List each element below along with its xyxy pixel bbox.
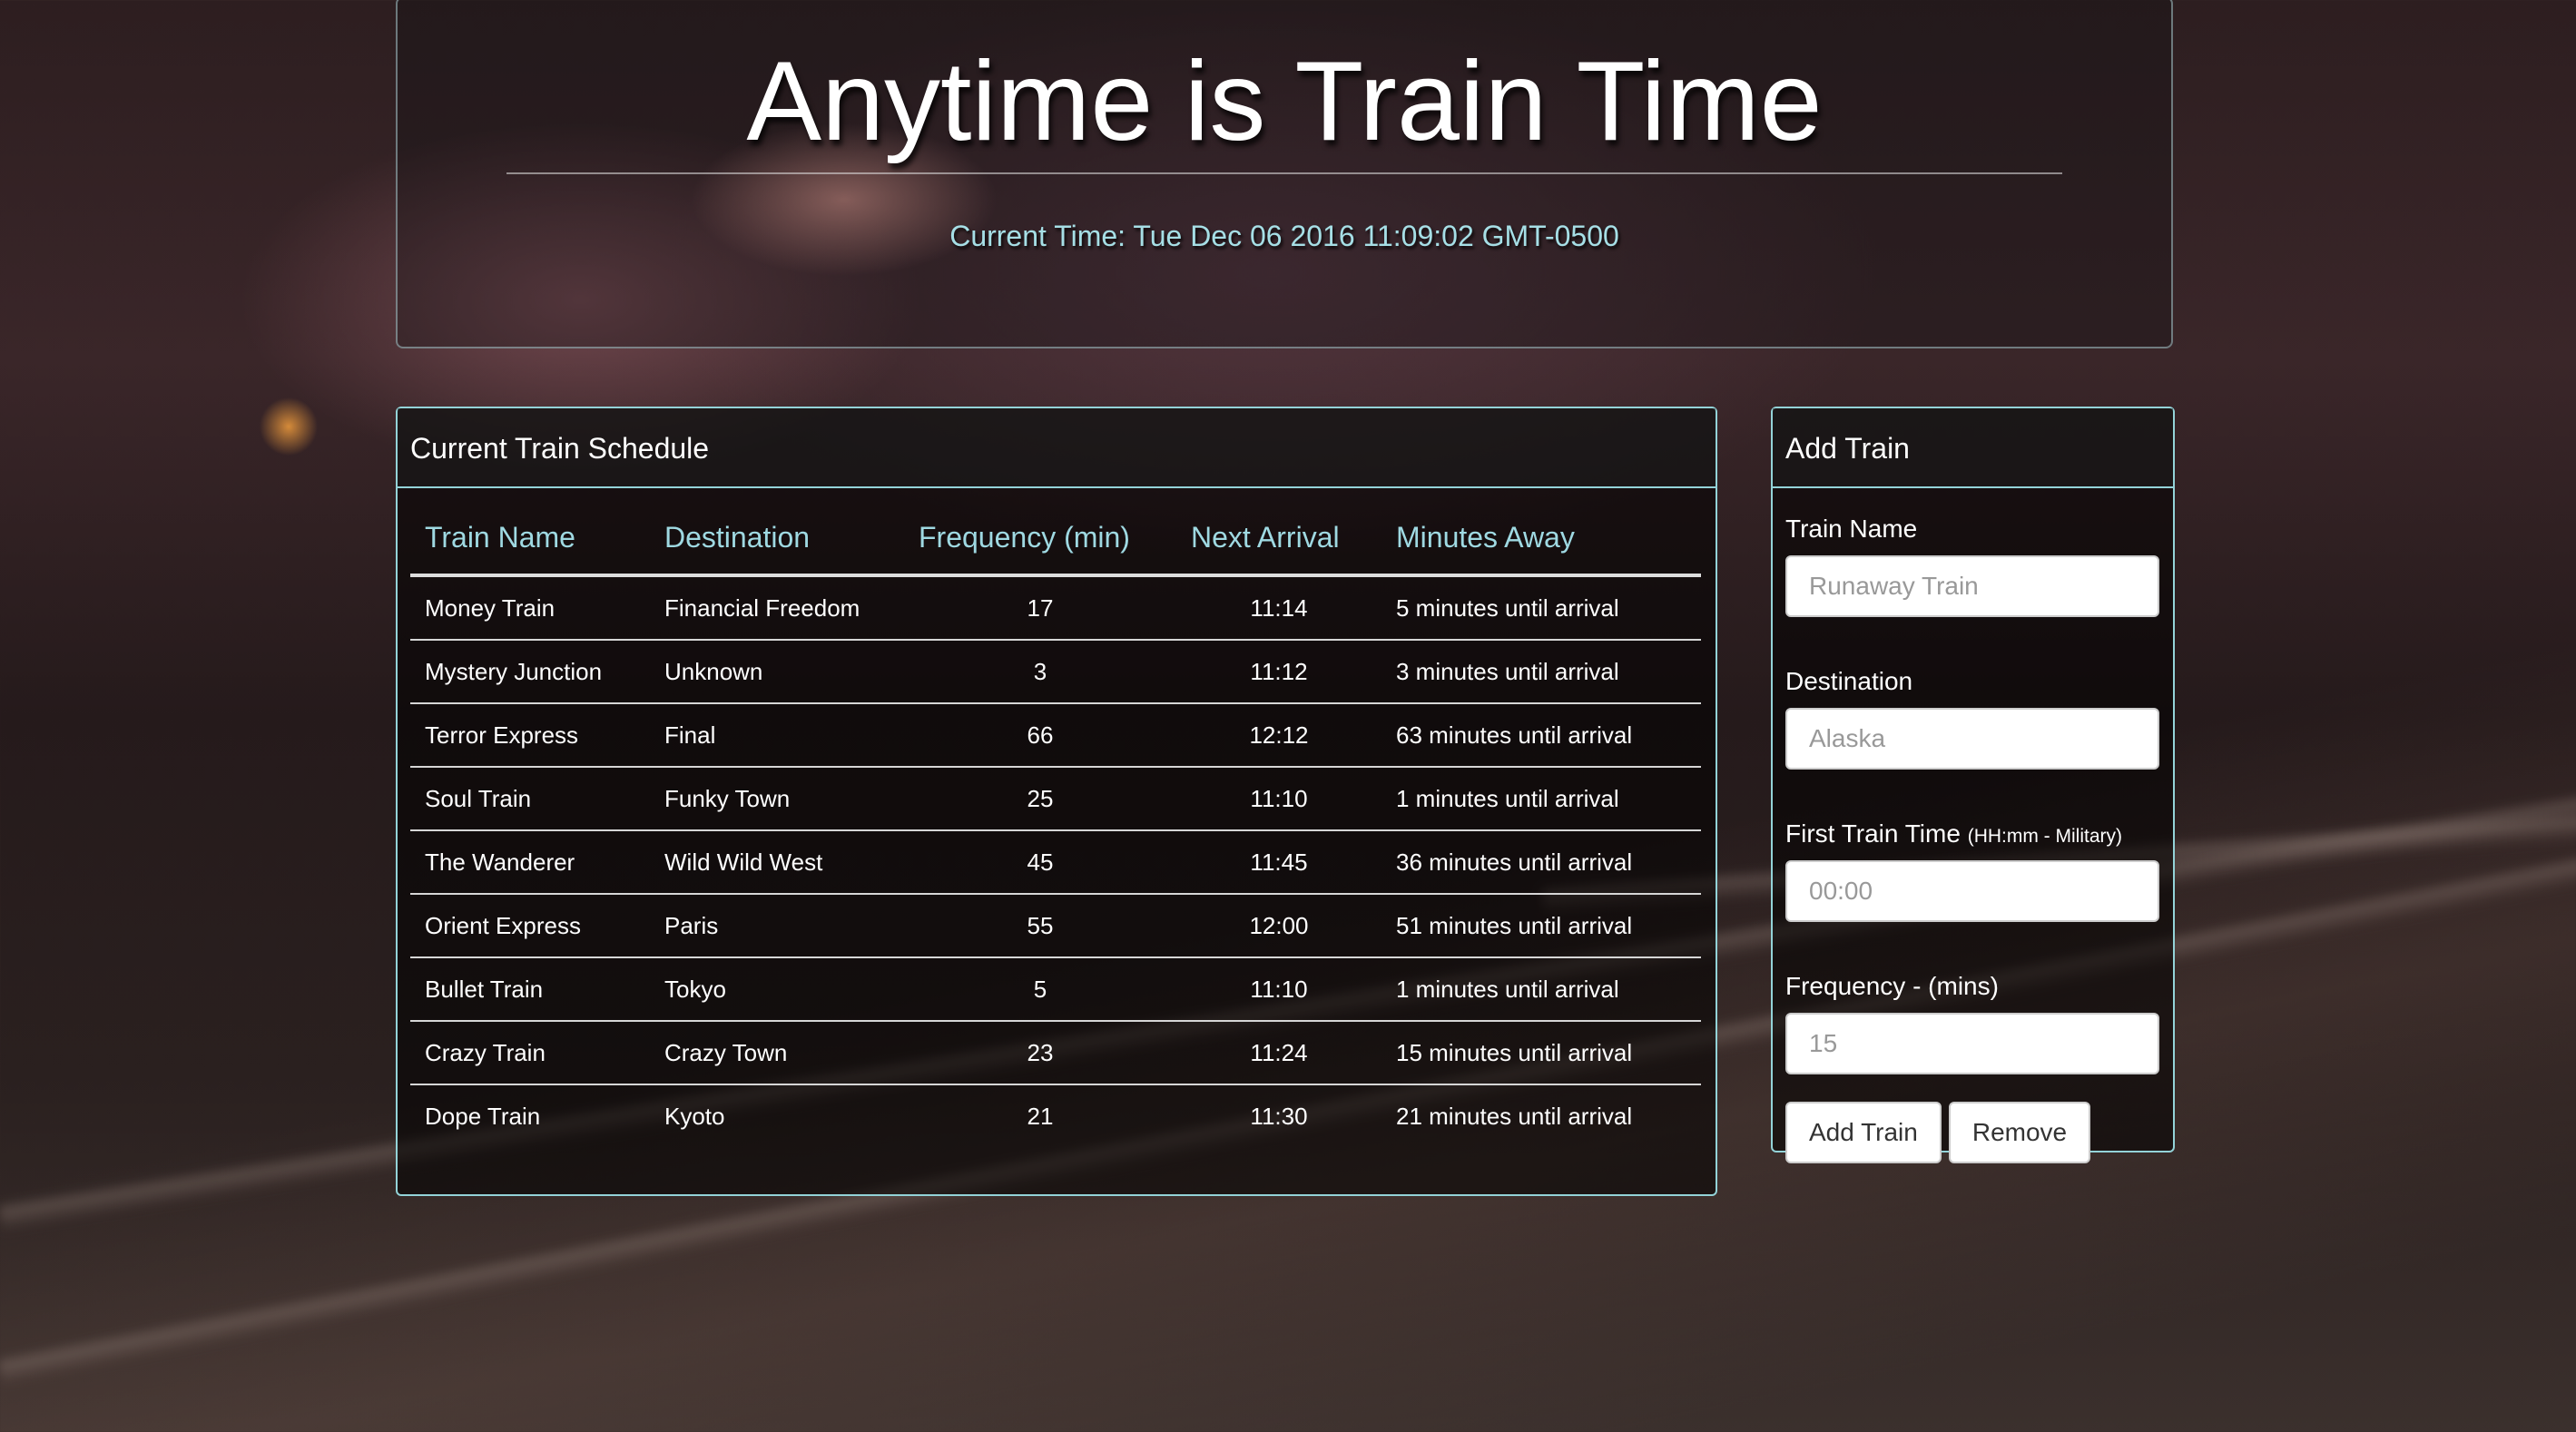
cell-minutes-away: 3 minutes until arrival: [1381, 639, 1701, 703]
schedule-panel: Current Train Schedule Train Name Destin…: [396, 407, 1717, 1196]
destination-input[interactable]: [1785, 708, 2159, 770]
cell-minutes-away: 15 minutes until arrival: [1381, 1020, 1701, 1084]
add-train-panel: Add Train Train Name Destination First T…: [1771, 407, 2175, 1163]
cell-train-name: Orient Express: [410, 893, 650, 957]
cell-minutes-away: 5 minutes until arrival: [1396, 593, 1619, 622]
table-row: Money Train Financial Freedom 17 11:14 5 min…: [410, 575, 1701, 640]
table-row: Dope Train Kyoto 21 11:30 21 minutes until a…: [410, 1084, 1701, 1147]
column-header-minutes-away: Minutes Away: [1381, 501, 1701, 577]
destination-label: Destination: [1785, 666, 2160, 697]
cell-train-name: Soul Train: [410, 766, 650, 830]
cell-train-name: The Wanderer: [410, 829, 650, 894]
remove-button[interactable]: Remove: [1948, 1102, 2091, 1163]
cell-frequency: 17: [1027, 593, 1054, 622]
cell-next-arrival: 12:12: [1176, 702, 1381, 767]
page-title: Anytime is Train Time: [746, 39, 1823, 164]
cell-destination: Crazy Town: [650, 1020, 904, 1084]
add-train-form: Train Name Destination First Train Time …: [1773, 488, 2173, 1163]
cell-minutes-away: 21 minutes until arrival: [1381, 1084, 1701, 1147]
frequency-label-text: Frequency - (mins): [1785, 972, 1999, 1000]
first-train-time-input[interactable]: [1785, 860, 2159, 922]
table-row: The Wanderer Wild Wild West 45 11:45 36 minu…: [410, 829, 1701, 894]
first-train-time-hint: (HH:mm - Military): [1967, 826, 2122, 847]
cell-destination: Paris: [650, 893, 904, 957]
cell-frequency: 3: [904, 639, 1176, 703]
cell-minutes-away: 63 minutes until arrival: [1381, 702, 1701, 767]
destination-label-text: Destination: [1785, 667, 1913, 695]
cell-next-arrival: 11:12: [1176, 639, 1381, 703]
cell-destination: Wild Wild West: [650, 829, 904, 894]
train-name-label: Train Name: [1785, 514, 2160, 544]
cell-destination: Tokyo: [650, 956, 904, 1021]
cell-destination: Kyoto: [650, 1084, 904, 1147]
table-row: Bullet Train Tokyo 5 11:10 1 minutes until a…: [410, 956, 1701, 1021]
header-divider: [506, 172, 2062, 174]
cell-train-name: Crazy Train: [410, 1020, 650, 1084]
cell-train-name: Terror Express: [410, 702, 650, 767]
cell-frequency: 5: [904, 956, 1176, 1021]
form-button-row: Add Train Remove: [1785, 1102, 2160, 1163]
cell-next-arrival: 11:24: [1176, 1020, 1381, 1084]
cell-frequency: 66: [904, 702, 1176, 767]
schedule-table-body: Money Train Financial Freedom 17 11:14 5 min…: [410, 575, 1701, 1147]
table-row: Orient Express Paris 55 12:00 51 minutes unt…: [410, 893, 1701, 957]
cell-minutes-away: 51 minutes until arrival: [1381, 893, 1701, 957]
cell-next-arrival: 11:10: [1176, 956, 1381, 1021]
column-header-next-arrival: Next Arrival: [1176, 501, 1381, 577]
cell-frequency: 21: [904, 1084, 1176, 1147]
cell-next-arrival: 11:45: [1176, 829, 1381, 894]
cell-destination: Financial Freedom: [664, 593, 860, 622]
schedule-table: Train Name Destination Frequency (min) N…: [410, 501, 1701, 1147]
cell-minutes-away: 36 minutes until arrival: [1381, 829, 1701, 894]
table-row: Terror Express Final 66 12:12 63 minutes unt…: [410, 702, 1701, 767]
cell-train-name: Dope Train: [410, 1084, 650, 1147]
table-row: Mystery Junction Unknown 3 11:12 3 minutes u…: [410, 639, 1701, 703]
first-train-time-label-text: First Train Time: [1785, 819, 1961, 848]
cell-train-name: Bullet Train: [410, 956, 650, 1021]
add-train-panel-heading: Add Train: [1773, 408, 2173, 488]
cell-frequency: 23: [904, 1020, 1176, 1084]
cell-minutes-away: 1 minutes until arrival: [1381, 766, 1701, 830]
cell-next-arrival: 11:10: [1176, 766, 1381, 830]
table-row: Soul Train Funky Town 25 11:10 1 minutes unt…: [410, 766, 1701, 830]
train-name-label-text: Train Name: [1785, 515, 1918, 543]
cell-next-arrival: 11:14: [1250, 593, 1308, 622]
first-train-time-label: First Train Time (HH:mm - Military): [1785, 819, 2160, 849]
frequency-label: Frequency - (mins): [1785, 971, 2160, 1002]
cell-minutes-away: 1 minutes until arrival: [1381, 956, 1701, 1021]
column-header-train-name: Train Name: [410, 501, 650, 577]
cell-frequency: 55: [904, 893, 1176, 957]
table-row: Crazy Train Crazy Town 23 11:24 15 minutes u…: [410, 1020, 1701, 1084]
frequency-input[interactable]: [1785, 1013, 2159, 1074]
current-time: Current Time: Tue Dec 06 2016 11:09:02 G…: [949, 220, 1619, 252]
cell-frequency: 45: [904, 829, 1176, 894]
cell-next-arrival: 12:00: [1176, 893, 1381, 957]
cell-destination: Funky Town: [650, 766, 904, 830]
cell-next-arrival: 11:30: [1176, 1084, 1381, 1147]
cell-train-name: Mystery Junction: [410, 639, 650, 703]
column-header-destination: Destination: [650, 501, 904, 577]
schedule-panel-heading: Current Train Schedule: [398, 408, 1716, 488]
column-header-frequency: Frequency (min): [904, 501, 1176, 577]
train-name-input[interactable]: [1785, 555, 2159, 617]
cell-train-name: Money Train: [425, 593, 556, 622]
cell-frequency: 25: [904, 766, 1176, 830]
cell-destination: Unknown: [650, 639, 904, 703]
table-header-row: Train Name Destination Frequency (min) N…: [410, 501, 1701, 577]
add-train-button[interactable]: Add Train: [1785, 1102, 1942, 1163]
header-jumbotron: Anytime is Train Time Current Time: Tue …: [396, 0, 2173, 348]
cell-destination: Final: [650, 702, 904, 767]
